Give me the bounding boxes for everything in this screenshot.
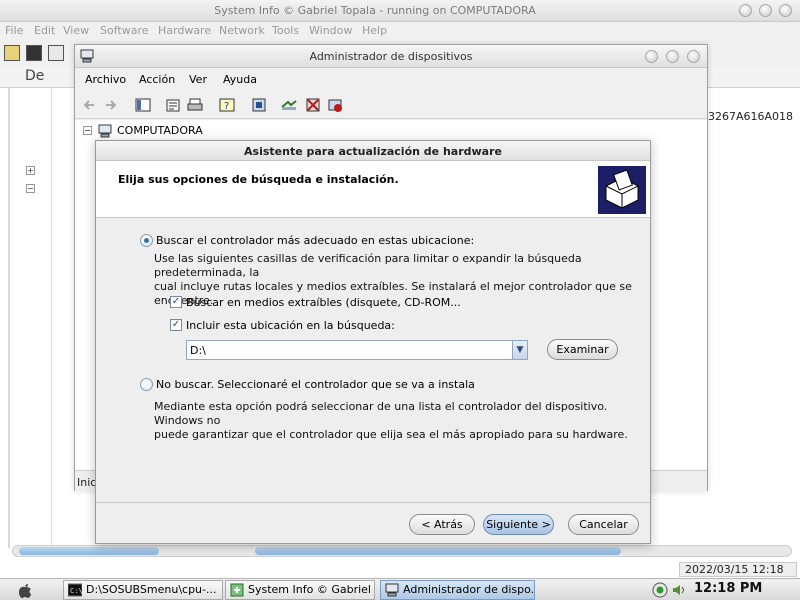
maximize-icon[interactable] <box>666 50 679 63</box>
scan-hardware-icon[interactable] <box>251 97 267 113</box>
bg-date-field: 2022/03/15 12:18 <box>679 562 797 577</box>
device-manager-toolbar: ? <box>75 91 707 119</box>
back-button[interactable]: < Atrás <box>409 514 475 535</box>
chevron-down-icon[interactable]: ▼ <box>512 341 527 359</box>
taskbar-clock[interactable]: 12:18 PM <box>694 581 762 596</box>
bg-menu-tools[interactable]: Tools <box>272 24 299 37</box>
menu-ayuda[interactable]: Ayuda <box>223 73 257 86</box>
search-option-label[interactable]: Buscar el controlador más adecuado en es… <box>156 234 474 247</box>
tree-collapse-icon[interactable]: − <box>26 184 35 193</box>
no-search-option-description-line2: puede garantizar que el controlador que … <box>154 428 628 441</box>
minimize-icon[interactable] <box>645 50 658 63</box>
device-manager-title-bar: Administrador de dispositivos <box>75 45 707 68</box>
exit-icon[interactable] <box>4 45 20 61</box>
bg-menu-window[interactable]: Window <box>309 24 352 37</box>
bg-menu-file[interactable]: File <box>5 24 23 37</box>
taskbar-item-sysinfo-label: System Info © Gabriel ... <box>248 583 375 596</box>
taskbar-item-cmd-label: D:\SOSUBSmenu\cpu-... <box>86 583 217 596</box>
wizard-footer-separator <box>96 502 650 503</box>
maximize-icon[interactable] <box>759 4 772 17</box>
device-manager-title: Administrador de dispositivos <box>309 50 473 63</box>
console-icon: C:\ <box>68 583 82 597</box>
computer-icon <box>385 583 399 597</box>
wizard-title: Asistente para actualización de hardware <box>244 145 502 158</box>
bg-heading-text: De <box>25 68 45 84</box>
bg-menu-software[interactable]: Software <box>100 24 149 37</box>
svg-text:C:\: C:\ <box>70 587 82 595</box>
taskbar-item-device-manager-label: Administrador de dispo... <box>403 583 535 596</box>
help-icon[interactable]: ? <box>219 97 235 113</box>
bg-menu-view[interactable]: View <box>63 24 89 37</box>
menu-ver[interactable]: Ver <box>189 73 207 86</box>
bg-device-id: 3267A616A018 <box>708 110 794 123</box>
print-icon[interactable] <box>48 45 64 61</box>
svg-text:?: ? <box>224 101 229 112</box>
scrollbar-thumb[interactable] <box>19 547 159 555</box>
dm-window-controls <box>645 50 700 63</box>
apple-menu-icon[interactable] <box>18 582 32 598</box>
update-driver-icon[interactable] <box>281 97 297 113</box>
hardware-update-wizard: Asistente para actualización de hardware… <box>95 140 651 544</box>
search-option-description-line1: Use las siguientes casillas de verificac… <box>154 252 582 279</box>
speaker-icon[interactable] <box>671 582 687 598</box>
menu-accion[interactable]: Acción <box>139 73 175 86</box>
no-search-option-description-line1: Mediante esta opción podrá seleccionar d… <box>154 400 608 427</box>
removable-media-label[interactable]: Buscar en medios extraíbles (disquete, C… <box>186 296 461 309</box>
scrollbar-thumb-secondary[interactable] <box>255 547 621 555</box>
close-icon[interactable] <box>779 4 792 17</box>
bg-date-text: 2022/03/15 12:18 <box>685 563 784 576</box>
tree-line <box>8 88 10 548</box>
removable-media-checkbox[interactable]: ✓ <box>170 296 182 308</box>
wizard-heading: Elija sus opciones de búsqueda e instala… <box>118 173 399 186</box>
console-tree-icon[interactable] <box>135 97 151 113</box>
tree-root-label: COMPUTADORA <box>117 124 203 137</box>
hardware-wizard-icon <box>598 166 646 214</box>
device-manager-menu: Archivo Acción Ver Ayuda <box>75 69 707 91</box>
back-arrow-icon[interactable] <box>81 97 97 113</box>
forward-arrow-icon[interactable] <box>103 97 119 113</box>
bg-title-bar: System Info © Gabriel Topala - running o… <box>0 0 800 22</box>
cancel-button[interactable]: Cancelar <box>568 514 639 535</box>
bg-window-title: System Info © Gabriel Topala - running o… <box>214 4 536 17</box>
bg-menu-bar: File Edit View Software Hardware Network… <box>0 22 800 40</box>
taskbar-item-device-manager[interactable]: Administrador de dispo... <box>380 580 535 600</box>
disable-device-icon[interactable] <box>305 97 321 113</box>
no-search-option-label[interactable]: No buscar. Seleccionaré el controlador q… <box>156 378 475 391</box>
bg-menu-edit[interactable]: Edit <box>34 24 55 37</box>
properties-icon[interactable] <box>165 97 181 113</box>
location-input[interactable] <box>188 342 512 358</box>
taskbar-item-cmd[interactable]: C:\ D:\SOSUBSmenu\cpu-... <box>63 580 223 600</box>
collapse-icon[interactable]: − <box>83 126 92 135</box>
system-info-icon <box>230 583 244 597</box>
uninstall-device-icon[interactable] <box>327 97 343 113</box>
bg-menu-hardware[interactable]: Hardware <box>158 24 211 37</box>
computer-icon <box>98 124 112 138</box>
bg-window-controls <box>739 4 792 17</box>
bg-menu-network[interactable]: Network <box>219 24 265 37</box>
wizard-header: Elija sus opciones de búsqueda e instala… <box>96 161 650 218</box>
minimize-icon[interactable] <box>739 4 752 17</box>
wizard-title-bar: Asistente para actualización de hardware <box>96 141 650 161</box>
print-icon[interactable] <box>187 97 203 113</box>
location-combobox[interactable]: ▼ <box>186 340 528 360</box>
bg-menu-help[interactable]: Help <box>362 24 387 37</box>
bg-tree-panel[interactable]: + − <box>0 88 52 548</box>
horizontal-scrollbar[interactable] <box>12 545 792 557</box>
search-option-radio[interactable] <box>140 234 153 247</box>
browse-button[interactable]: Examinar <box>547 339 618 360</box>
include-location-checkbox[interactable]: ✓ <box>170 319 182 331</box>
save-icon[interactable] <box>26 45 42 61</box>
no-search-option-description: Mediante esta opción podrá seleccionar d… <box>154 400 634 442</box>
taskbar-item-sysinfo[interactable]: System Info © Gabriel ... <box>225 580 375 600</box>
next-button[interactable]: Siguiente > <box>483 514 554 535</box>
include-location-label[interactable]: Incluir esta ubicación en la búsqueda: <box>186 319 395 332</box>
no-search-option-radio[interactable] <box>140 378 153 391</box>
close-icon[interactable] <box>687 50 700 63</box>
tree-expand-icon[interactable]: + <box>26 166 35 175</box>
menu-archivo[interactable]: Archivo <box>85 73 126 86</box>
network-status-icon[interactable] <box>652 582 668 598</box>
taskbar: C:\ D:\SOSUBSmenu\cpu-... System Info © … <box>0 578 800 600</box>
